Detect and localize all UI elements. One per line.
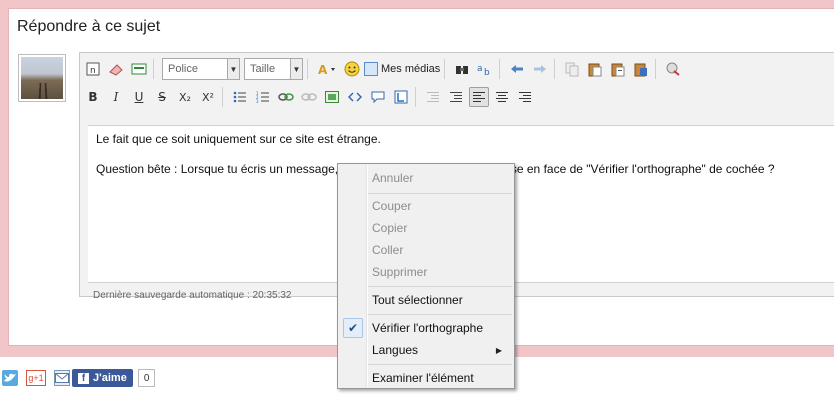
- bullet-list-icon[interactable]: [230, 87, 250, 107]
- size-select-value: Taille: [250, 63, 276, 75]
- menu-item-undo[interactable]: Annuler: [340, 167, 512, 189]
- undo-icon[interactable]: [507, 59, 527, 79]
- svg-text:b: b: [484, 68, 490, 76]
- spoiler-icon[interactable]: [391, 87, 411, 107]
- chevron-down-icon: ▼: [290, 59, 302, 79]
- avatar: [18, 54, 66, 102]
- toolbar-separator: [554, 59, 556, 79]
- font-select-value: Police: [168, 63, 198, 75]
- menu-item-label: Couper: [372, 199, 412, 213]
- my-media-label: Mes médias: [381, 63, 441, 75]
- autosave-status: Dernière sauvegarde automatique : 20:35:…: [93, 290, 292, 301]
- toolbar-row-1: n Police ▼ Taille ▼ A Mes médias a b: [80, 56, 834, 82]
- menu-item-label: Coller: [372, 243, 404, 257]
- source-code-icon[interactable]: n: [83, 59, 103, 79]
- eraser-icon[interactable]: [106, 59, 126, 79]
- menu-item-delete[interactable]: Supprimer: [340, 261, 512, 283]
- menu-separator: [368, 364, 512, 365]
- toolbar-separator: [153, 59, 154, 79]
- smiley-icon[interactable]: [342, 59, 362, 79]
- align-left-icon[interactable]: [469, 87, 489, 107]
- google-plus-button[interactable]: g+1: [26, 370, 46, 386]
- copy-icon[interactable]: [562, 59, 582, 79]
- menu-item-label: Examiner l'élément: [372, 371, 474, 385]
- svg-text:n: n: [90, 66, 96, 76]
- size-select[interactable]: Taille ▼: [244, 58, 303, 80]
- facebook-icon: f: [78, 372, 89, 384]
- menu-item-label: Tout sélectionner: [372, 293, 463, 307]
- replace-icon[interactable]: ab: [475, 59, 495, 79]
- underline-button[interactable]: U: [129, 87, 149, 107]
- toolbar-separator: [655, 59, 657, 79]
- link-icon[interactable]: [276, 87, 296, 107]
- submenu-arrow-icon: ▶: [495, 345, 502, 355]
- menu-separator: [368, 314, 512, 315]
- toolbar-row-2: B I U S X₂ X² 123: [80, 84, 834, 110]
- menu-item-languages[interactable]: Langues ▶: [340, 339, 512, 361]
- page-title: Répondre à ce sujet: [17, 18, 161, 35]
- bold-button[interactable]: B: [83, 87, 103, 107]
- toolbar-separator: [444, 59, 446, 79]
- menu-item-copy[interactable]: Copier: [340, 217, 512, 239]
- remove-format-icon[interactable]: [129, 59, 149, 79]
- unlink-icon[interactable]: [299, 87, 319, 107]
- facebook-like-label: J'aime: [93, 372, 127, 384]
- like-count: 0: [137, 369, 156, 387]
- menu-item-label: Vérifier l'orthographe: [372, 321, 484, 335]
- my-media-button[interactable]: Mes médias: [364, 62, 440, 76]
- spellcheck-icon[interactable]: [663, 59, 683, 79]
- paste-icon[interactable]: [585, 59, 605, 79]
- text-color-icon[interactable]: A: [315, 59, 339, 79]
- menu-item-label: Langues: [372, 343, 419, 357]
- superscript-button[interactable]: X²: [198, 87, 218, 107]
- context-menu: Annuler Couper Copier Coller Supprimer T…: [337, 163, 515, 389]
- social-share-bar: g+1 f J'aime 0: [2, 369, 156, 387]
- paste-word-icon[interactable]: [631, 59, 651, 79]
- toolbar-separator: [499, 59, 501, 79]
- menu-separator: [368, 193, 512, 194]
- font-select[interactable]: Police ▼: [162, 58, 240, 80]
- chevron-down-icon: ▼: [227, 59, 239, 79]
- indent-icon[interactable]: [446, 87, 466, 107]
- paste-text-icon[interactable]: [608, 59, 628, 79]
- find-icon[interactable]: [452, 59, 472, 79]
- avatar-image: [21, 57, 63, 99]
- menu-item-cut[interactable]: Couper: [340, 195, 512, 217]
- italic-button[interactable]: I: [106, 87, 126, 107]
- image-icon[interactable]: [322, 87, 342, 107]
- align-right-icon[interactable]: [515, 87, 535, 107]
- code-icon[interactable]: [345, 87, 365, 107]
- media-icon: [364, 62, 378, 76]
- menu-item-label: Copier: [372, 221, 408, 235]
- redo-icon[interactable]: [530, 59, 550, 79]
- menu-item-paste[interactable]: Coller: [340, 239, 512, 261]
- email-share-icon[interactable]: [54, 370, 70, 386]
- strikethrough-button[interactable]: S: [152, 87, 172, 107]
- menu-item-spellcheck[interactable]: ✔ Vérifier l'orthographe: [340, 317, 512, 339]
- toolbar-separator: [222, 87, 223, 107]
- checkmark-icon: ✔: [343, 318, 363, 338]
- outdent-icon[interactable]: [423, 87, 443, 107]
- numbered-list-icon[interactable]: 123: [253, 87, 273, 107]
- toolbar-separator: [415, 87, 416, 107]
- menu-separator: [368, 286, 512, 287]
- svg-text:3: 3: [256, 99, 259, 103]
- svg-text:a: a: [477, 64, 483, 74]
- toolbar-separator: [307, 59, 308, 79]
- twitter-icon[interactable]: [2, 370, 18, 386]
- align-center-icon[interactable]: [492, 87, 512, 107]
- facebook-like-button[interactable]: f J'aime: [72, 369, 133, 387]
- menu-item-label: Annuler: [372, 171, 414, 185]
- subscript-button[interactable]: X₂: [175, 87, 195, 107]
- quote-icon[interactable]: [368, 87, 388, 107]
- menu-item-label: Supprimer: [372, 265, 428, 279]
- menu-item-select-all[interactable]: Tout sélectionner: [340, 289, 512, 311]
- svg-text:A: A: [318, 63, 328, 76]
- menu-item-inspect-element[interactable]: Examiner l'élément: [340, 367, 512, 389]
- message-line: Le fait que ce soit uniquement sur ce si…: [96, 132, 381, 146]
